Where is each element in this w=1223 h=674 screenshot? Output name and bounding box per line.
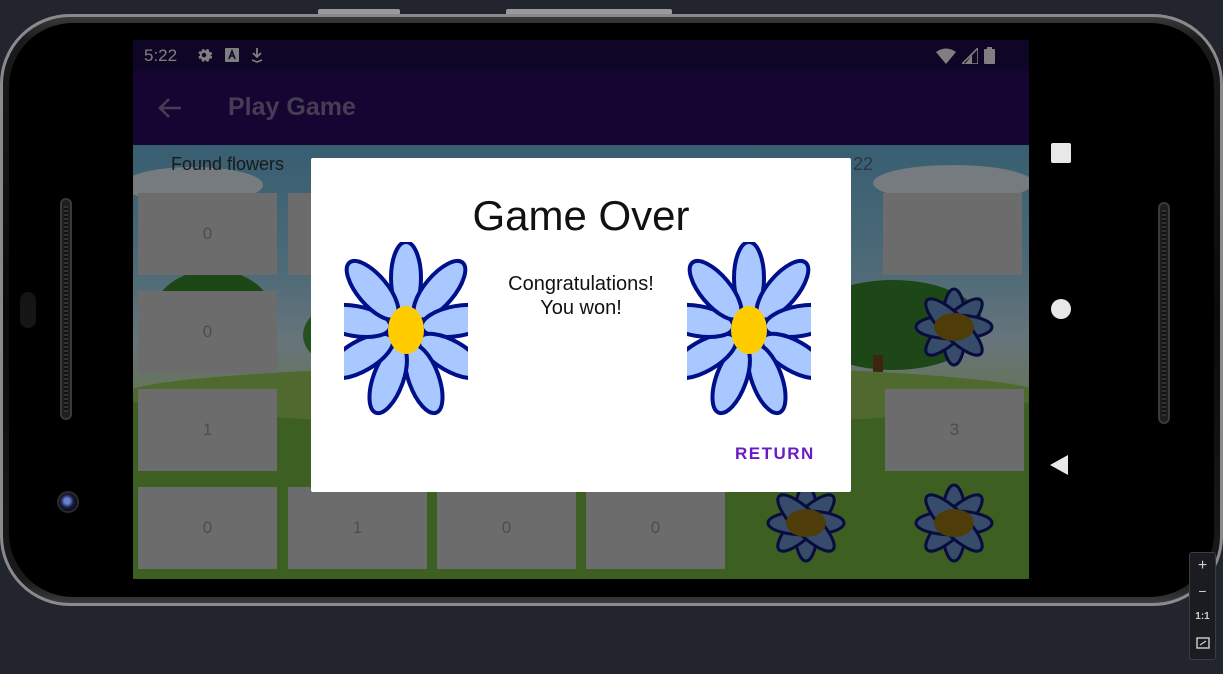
front-camera: [57, 491, 79, 513]
right-speaker-grille: [1158, 202, 1170, 424]
proximity-sensor: [20, 292, 36, 328]
daisy-icon: [344, 242, 468, 416]
message-line: You won!: [540, 297, 622, 319]
dialog-message: Congratulations! You won!: [461, 272, 701, 320]
daisy-icon: [687, 242, 811, 416]
message-line: Congratulations!: [508, 273, 654, 295]
back-nav-button[interactable]: [1050, 455, 1068, 475]
overview-nav-button[interactable]: [1051, 143, 1071, 163]
home-nav-button[interactable]: [1051, 299, 1071, 319]
device-screen: 5:22: [133, 40, 1029, 579]
zoom-in-button[interactable]: +: [1190, 557, 1215, 575]
left-speaker-grille: [60, 198, 72, 420]
emulator-stage: 5:22: [0, 0, 1223, 674]
fit-screen-icon[interactable]: [1196, 637, 1210, 649]
return-button[interactable]: RETURN: [735, 444, 815, 464]
emulator-zoom-toolbar: + − 1:1: [1189, 552, 1216, 660]
game-over-dialog: Game Over Congratulations! You won! RETU…: [311, 158, 851, 492]
actual-size-button[interactable]: 1:1: [1190, 611, 1215, 622]
dialog-title: Game Over: [472, 192, 690, 239]
zoom-out-button[interactable]: −: [1190, 583, 1215, 599]
